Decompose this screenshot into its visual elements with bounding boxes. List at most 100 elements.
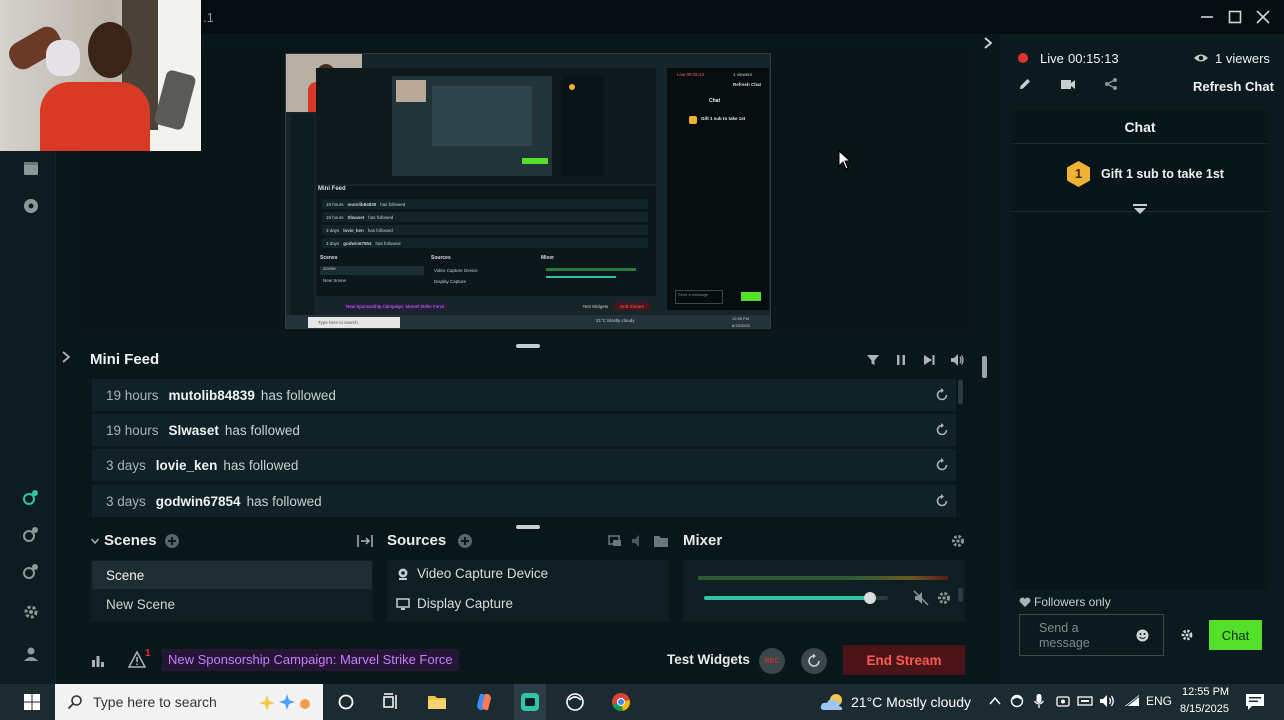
clock-date[interactable]: 8/15/2025	[1180, 703, 1229, 715]
tray-app-icon[interactable]	[1010, 694, 1024, 708]
feed-time: 3 days	[106, 493, 146, 509]
sponsorship-banner[interactable]: New Sponsorship Campaign: Marvel Strike …	[162, 649, 459, 671]
replay-alert-icon[interactable]	[934, 387, 950, 403]
task-view-icon[interactable]	[381, 692, 401, 712]
taskbar-search-box[interactable]: Type here to search	[55, 684, 323, 720]
scene-item-active[interactable]: Scene	[92, 561, 372, 589]
streamlabs-icon[interactable]	[520, 692, 540, 712]
test-widgets-button[interactable]: Test Widgets	[667, 652, 750, 667]
weather-cloud-icon[interactable]	[820, 692, 846, 712]
copilot-icon[interactable]	[474, 692, 494, 712]
source-folder-icon[interactable]	[653, 533, 669, 549]
feed-action: has followed	[260, 387, 336, 403]
replay-buffer-icon[interactable]	[801, 648, 827, 674]
chat-window: Chat 1 Gift 1 sub to take 1st	[1012, 110, 1268, 590]
mixer-title: Mixer	[683, 532, 723, 549]
filter-icon[interactable]	[866, 353, 880, 367]
refresh-chat-button[interactable]: Refresh Chat	[1193, 79, 1274, 94]
collapse-chat-chevron-icon[interactable]	[982, 36, 994, 50]
cortana-icon[interactable]	[336, 692, 356, 712]
app-store-icon[interactable]	[22, 525, 40, 543]
mouse-cursor-icon	[838, 150, 852, 170]
mixer-settings-gear-icon[interactable]	[950, 533, 966, 549]
network-adapter-icon[interactable]	[1077, 694, 1093, 708]
skip-alert-icon[interactable]	[922, 353, 936, 367]
replay-alert-icon[interactable]	[934, 422, 950, 438]
source-item[interactable]: Video Capture Device	[396, 566, 548, 581]
docks-resize-handle[interactable]	[516, 525, 540, 529]
wifi-icon[interactable]	[1124, 694, 1140, 708]
minifeed-scrollbar[interactable]	[982, 356, 987, 378]
show-hidden-icons-chevron-icon[interactable]	[989, 696, 1001, 706]
volume-slider[interactable]	[704, 592, 888, 604]
feed-row: 19 hours mutolib84839 has followed	[92, 379, 956, 411]
expand-leaderboard-icon[interactable]	[1132, 203, 1148, 217]
obs-style-app-icon[interactable]	[565, 692, 585, 712]
settings-gear-icon[interactable]	[22, 603, 40, 621]
share-icon[interactable]	[1104, 77, 1118, 91]
edit-stream-info-icon[interactable]	[1018, 77, 1032, 91]
live-label: Live	[1040, 51, 1064, 66]
apps-icon[interactable]	[22, 562, 40, 580]
replay-alert-icon[interactable]	[934, 457, 950, 473]
clock-time[interactable]: 12:55 PM	[1182, 686, 1229, 698]
mute-icon[interactable]	[913, 590, 929, 606]
speaker-icon[interactable]	[1099, 693, 1117, 709]
alert-warning-icon[interactable]	[128, 651, 146, 669]
clip-camera-icon[interactable]	[1060, 77, 1076, 91]
scene-item[interactable]: New Scene	[92, 590, 372, 618]
chat-title: Chat	[1012, 110, 1268, 144]
chat-message-input[interactable]: Send a message	[1019, 614, 1164, 656]
chat-send-button[interactable]: Chat	[1209, 620, 1262, 650]
scene-transitions-icon[interactable]	[356, 533, 374, 549]
source-item[interactable]: Display Capture	[396, 596, 513, 611]
mixer-scrollbar[interactable]	[958, 588, 963, 602]
themes-icon[interactable]	[22, 488, 40, 506]
replay-alert-icon[interactable]	[934, 493, 950, 509]
feed-action: has followed	[246, 493, 322, 509]
expand-rail-chevron-icon[interactable]	[60, 350, 72, 364]
feed-action: has followed	[223, 457, 299, 473]
editor-icon[interactable]	[22, 160, 40, 178]
feed-action: has followed	[224, 422, 300, 438]
minimize-icon[interactable]	[1198, 8, 1216, 26]
record-icon[interactable]	[22, 197, 40, 215]
feed-username[interactable]: lovie_ken	[156, 458, 218, 473]
volume-icon[interactable]	[949, 352, 965, 368]
audio-source-icon[interactable]	[630, 533, 646, 549]
feed-username[interactable]: godwin67854	[156, 494, 241, 509]
audio-settings-gear-icon[interactable]	[936, 590, 952, 606]
file-explorer-icon[interactable]	[427, 692, 447, 712]
feed-username[interactable]: mutolib84839	[169, 388, 255, 403]
preview-nested-shot	[392, 76, 552, 176]
notification-center-icon[interactable]	[1245, 693, 1265, 711]
minifeed-list-scrollbar[interactable]	[958, 380, 963, 404]
preview-rail	[290, 114, 314, 326]
weather-text[interactable]: 21°C Mostly cloudy	[851, 694, 971, 710]
windows-start-icon[interactable]	[23, 693, 41, 711]
gift-leaderboard[interactable]: 1 Gift 1 sub to take 1st	[1012, 154, 1268, 214]
microphone-icon[interactable]	[1033, 693, 1045, 709]
performance-stats-icon[interactable]	[90, 652, 106, 668]
chat-settings-gear-icon[interactable]	[1180, 628, 1194, 642]
search-placeholder: Type here to search	[93, 694, 217, 710]
emoji-icon[interactable]	[1136, 629, 1149, 642]
webcam-person-shirt	[40, 82, 150, 151]
source-group-icon[interactable]	[607, 533, 623, 549]
live-duration: 00:15:13	[1068, 51, 1119, 66]
pause-icon[interactable]	[894, 353, 908, 367]
maximize-icon[interactable]	[1226, 8, 1244, 26]
camera-tray-icon[interactable]	[1055, 694, 1071, 708]
end-stream-button[interactable]: End Stream	[843, 645, 965, 675]
search-icon	[67, 695, 82, 710]
feed-row: 3 days godwin67854 has followed	[92, 485, 956, 517]
input-language[interactable]: ENG	[1146, 694, 1172, 708]
add-source-icon[interactable]	[457, 533, 473, 549]
close-icon[interactable]	[1254, 8, 1272, 26]
collapse-docks-chevron-icon[interactable]	[90, 536, 100, 546]
chrome-icon[interactable]	[611, 692, 631, 712]
profile-icon[interactable]	[22, 645, 40, 663]
add-scene-icon[interactable]	[164, 533, 180, 549]
record-button[interactable]: REC	[759, 648, 785, 674]
feed-username[interactable]: Slwaset	[169, 423, 219, 438]
